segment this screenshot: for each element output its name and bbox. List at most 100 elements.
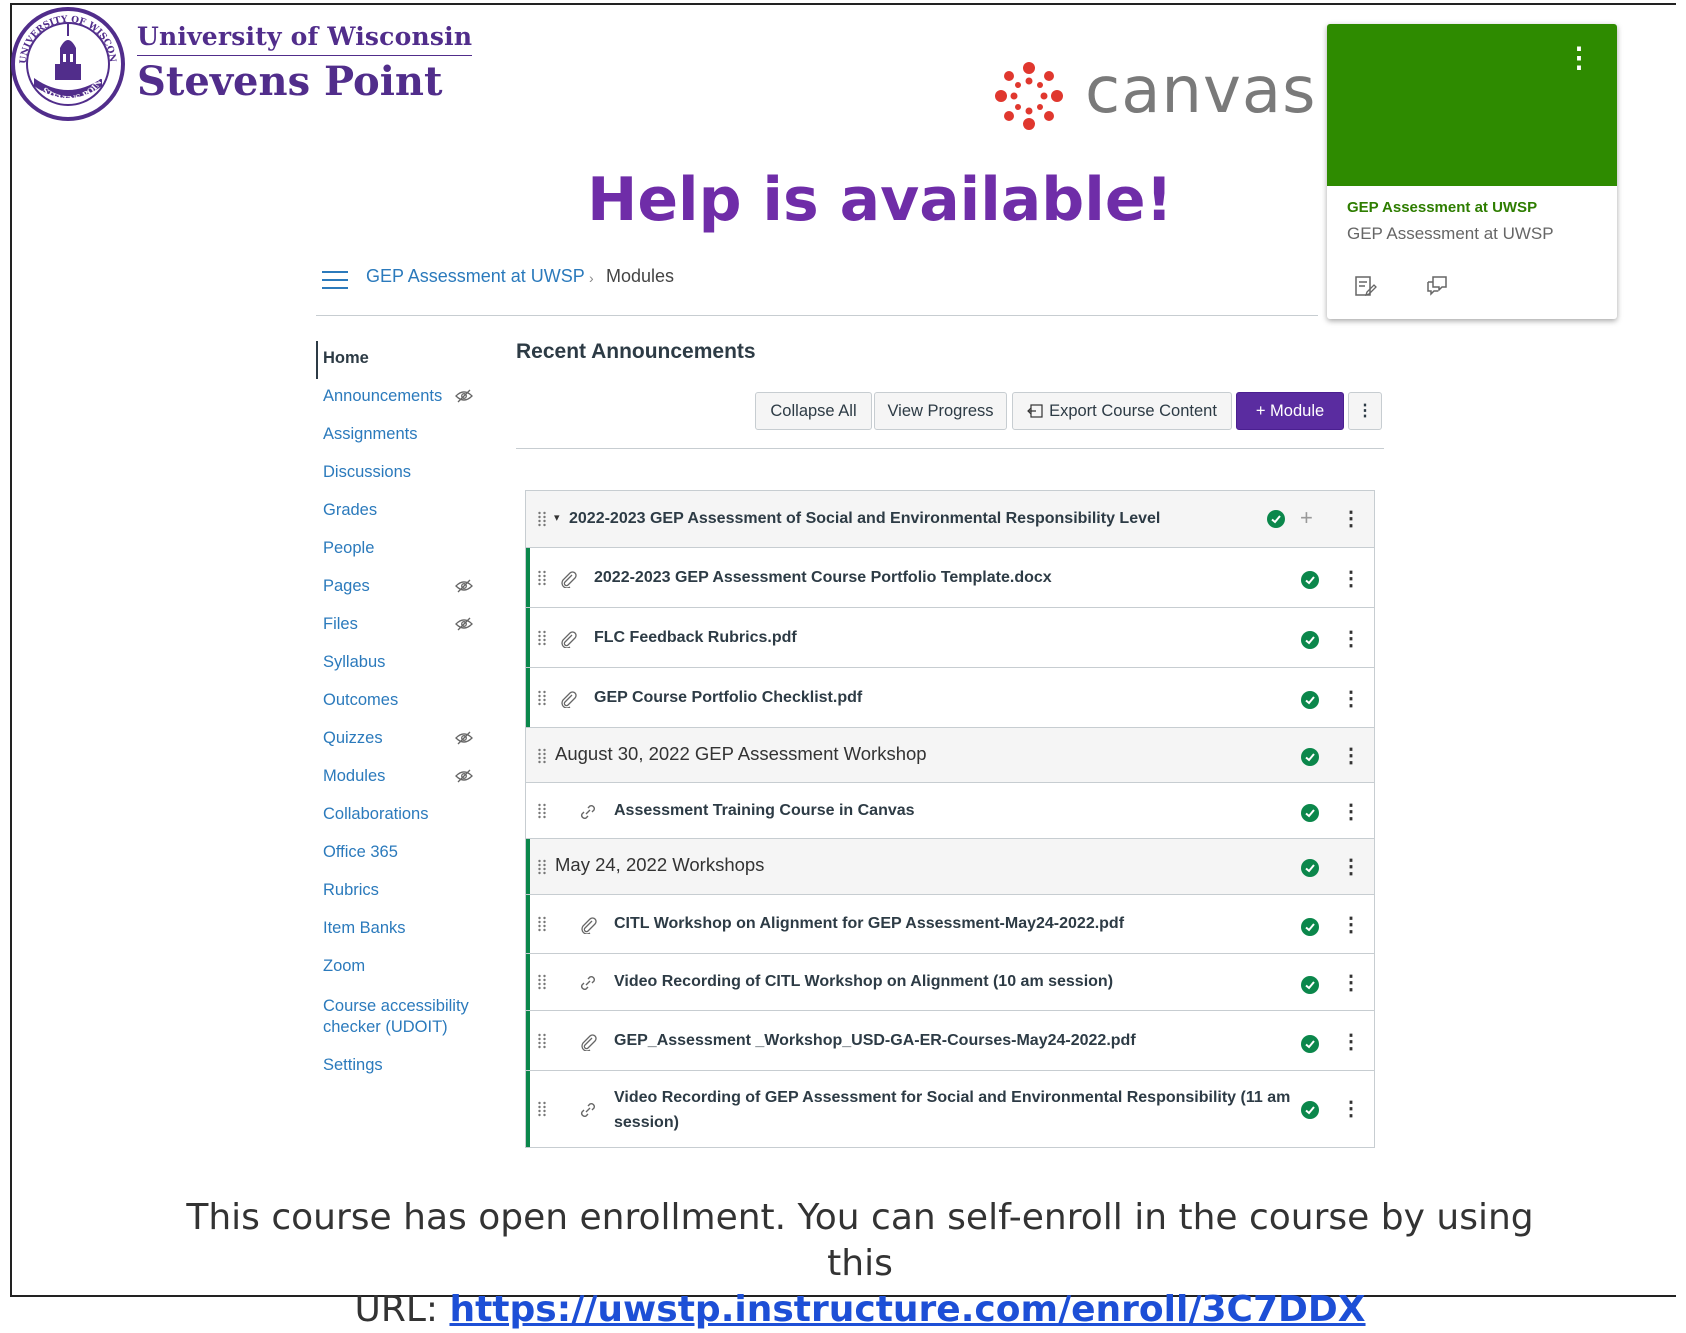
module-options-kebab-icon[interactable]: ⋮	[1348, 392, 1382, 430]
published-check-icon[interactable]	[1301, 1101, 1319, 1119]
row-options-kebab-icon[interactable]: ⋮	[1341, 569, 1361, 589]
export-course-content-button[interactable]: Export Course Content	[1012, 392, 1232, 430]
module-header[interactable]: May 24, 2022 Workshops ⋮	[526, 839, 1374, 895]
published-check-icon[interactable]	[1267, 510, 1285, 528]
enrollment-note-line1: This course has open enrollment. You can…	[186, 1197, 1534, 1284]
row-options-kebab-icon[interactable]: ⋮	[1341, 689, 1361, 709]
row-options-kebab-icon[interactable]: ⋮	[1341, 509, 1361, 529]
card-options-kebab-icon[interactable]: ⋮	[1565, 44, 1593, 72]
row-options-kebab-icon[interactable]: ⋮	[1341, 857, 1361, 877]
breadcrumb-separator: ›	[589, 270, 594, 286]
nav-settings[interactable]: Settings	[323, 1056, 383, 1075]
published-check-icon[interactable]	[1301, 804, 1319, 822]
module-item-title[interactable]: CITL Workshop on Alignment for GEP Asses…	[614, 915, 1124, 933]
eye-slash-icon	[455, 617, 473, 631]
hamburger-menu-icon[interactable]	[322, 270, 348, 290]
nav-course-accessibility-checker[interactable]: Course accessibility checker (UDOIT)	[323, 996, 469, 1038]
breadcrumb-course-link[interactable]: GEP Assessment at UWSP	[366, 266, 585, 287]
module-item[interactable]: 2022-2023 GEP Assessment Course Portfoli…	[526, 548, 1374, 608]
published-check-icon[interactable]	[1301, 691, 1319, 709]
drag-handle-icon[interactable]	[537, 1101, 547, 1117]
published-check-icon[interactable]	[1301, 571, 1319, 589]
paperclip-icon	[581, 917, 597, 934]
row-options-kebab-icon[interactable]: ⋮	[1341, 915, 1361, 935]
nav-office-365[interactable]: Office 365	[323, 843, 398, 862]
module-item[interactable]: GEP Course Portfolio Checklist.pdf ⋮	[526, 668, 1374, 728]
module-item[interactable]: GEP_Assessment _Workshop_USD-GA-ER-Cours…	[526, 1011, 1374, 1071]
module-item[interactable]: FLC Feedback Rubrics.pdf ⋮	[526, 608, 1374, 668]
drag-handle-icon[interactable]	[537, 511, 547, 527]
module-item[interactable]: CITL Workshop on Alignment for GEP Asses…	[526, 895, 1374, 954]
drag-handle-icon[interactable]	[537, 803, 547, 819]
published-check-icon[interactable]	[1301, 631, 1319, 649]
nav-syllabus[interactable]: Syllabus	[323, 653, 385, 672]
row-options-kebab-icon[interactable]: ⋮	[1341, 629, 1361, 649]
drag-handle-icon[interactable]	[537, 748, 547, 764]
drag-handle-icon[interactable]	[537, 690, 547, 706]
published-check-icon[interactable]	[1301, 859, 1319, 877]
drag-handle-icon[interactable]	[537, 570, 547, 586]
nav-quizzes[interactable]: Quizzes	[323, 729, 383, 748]
drag-handle-icon[interactable]	[537, 859, 547, 875]
drag-handle-icon[interactable]	[537, 1033, 547, 1049]
published-check-icon[interactable]	[1301, 748, 1319, 766]
nav-rubrics[interactable]: Rubrics	[323, 881, 379, 900]
nav-outcomes[interactable]: Outcomes	[323, 691, 398, 710]
view-progress-button[interactable]: View Progress	[874, 392, 1007, 430]
nav-collaborations[interactable]: Collaborations	[323, 805, 428, 824]
eye-slash-icon	[455, 579, 473, 593]
nav-udoit-line2: checker (UDOIT)	[323, 1018, 448, 1036]
drag-handle-icon[interactable]	[537, 916, 547, 932]
module-item-title[interactable]: GEP Course Portfolio Checklist.pdf	[594, 689, 862, 707]
assignments-icon[interactable]	[1353, 274, 1377, 298]
published-check-icon[interactable]	[1301, 918, 1319, 936]
drag-handle-icon[interactable]	[537, 974, 547, 990]
row-options-kebab-icon[interactable]: ⋮	[1341, 1099, 1361, 1119]
module-item[interactable]: Video Recording of GEP Assessment for So…	[526, 1071, 1374, 1147]
row-options-kebab-icon[interactable]: ⋮	[1341, 1032, 1361, 1052]
enroll-url-link[interactable]: https://uwstp.instructure.com/enroll/3C7…	[449, 1289, 1365, 1330]
drag-handle-icon[interactable]	[537, 630, 547, 646]
add-module-button[interactable]: + Module	[1236, 392, 1344, 430]
module-header[interactable]: ▾ 2022-2023 GEP Assessment of Social and…	[526, 491, 1374, 548]
nav-discussions[interactable]: Discussions	[323, 463, 411, 482]
nav-files[interactable]: Files	[323, 615, 358, 634]
nav-assignments[interactable]: Assignments	[323, 425, 417, 444]
row-options-kebab-icon[interactable]: ⋮	[1341, 973, 1361, 993]
module-item-title[interactable]: Video Recording of GEP Assessment for So…	[614, 1085, 1290, 1135]
course-card[interactable]: ⋮ GEP Assessment at UWSP GEP Assessment …	[1327, 24, 1617, 319]
published-check-icon[interactable]	[1301, 976, 1319, 994]
nav-modules[interactable]: Modules	[323, 767, 385, 786]
discussions-icon[interactable]	[1425, 274, 1449, 298]
course-card-title[interactable]: GEP Assessment at UWSP	[1347, 199, 1537, 216]
nav-grades[interactable]: Grades	[323, 501, 377, 520]
collapse-caret-icon[interactable]: ▾	[554, 511, 560, 524]
row-options-kebab-icon[interactable]: ⋮	[1341, 802, 1361, 822]
module-item-title[interactable]: Video Recording of CITL Workshop on Alig…	[614, 973, 1113, 991]
collapse-all-button[interactable]: Collapse All	[755, 392, 872, 430]
page-title: Help is available!	[587, 165, 1173, 235]
nav-people[interactable]: People	[323, 539, 374, 558]
module-item-title[interactable]: 2022-2023 GEP Assessment Course Portfoli…	[594, 569, 1052, 587]
published-check-icon[interactable]	[1301, 1035, 1319, 1053]
module-title[interactable]: May 24, 2022 Workshops	[555, 854, 764, 876]
university-name-line1: University of Wisconsin	[137, 22, 473, 51]
module-item-title[interactable]: Assessment Training Course in Canvas	[614, 802, 915, 820]
module-header[interactable]: August 30, 2022 GEP Assessment Workshop …	[526, 728, 1374, 783]
canvas-logo-icon	[995, 62, 1063, 130]
nav-home[interactable]: Home	[323, 349, 369, 368]
module-item-title[interactable]: FLC Feedback Rubrics.pdf	[594, 629, 797, 647]
nav-pages[interactable]: Pages	[323, 577, 370, 596]
module-title[interactable]: August 30, 2022 GEP Assessment Workshop	[555, 743, 927, 765]
add-item-plus-icon[interactable]: +	[1300, 505, 1313, 531]
course-card-image[interactable]: ⋮	[1327, 24, 1617, 186]
nav-zoom[interactable]: Zoom	[323, 957, 365, 976]
nav-announcements[interactable]: Announcements	[323, 387, 442, 406]
module-item[interactable]: Video Recording of CITL Workshop on Alig…	[526, 954, 1374, 1011]
nav-item-banks[interactable]: Item Banks	[323, 919, 406, 938]
paperclip-icon	[561, 691, 577, 708]
module-item[interactable]: Assessment Training Course in Canvas ⋮	[526, 783, 1374, 839]
module-item-title[interactable]: GEP_Assessment _Workshop_USD-GA-ER-Cours…	[614, 1032, 1136, 1050]
row-options-kebab-icon[interactable]: ⋮	[1341, 746, 1361, 766]
module-title[interactable]: 2022-2023 GEP Assessment of Social and E…	[569, 510, 1160, 528]
